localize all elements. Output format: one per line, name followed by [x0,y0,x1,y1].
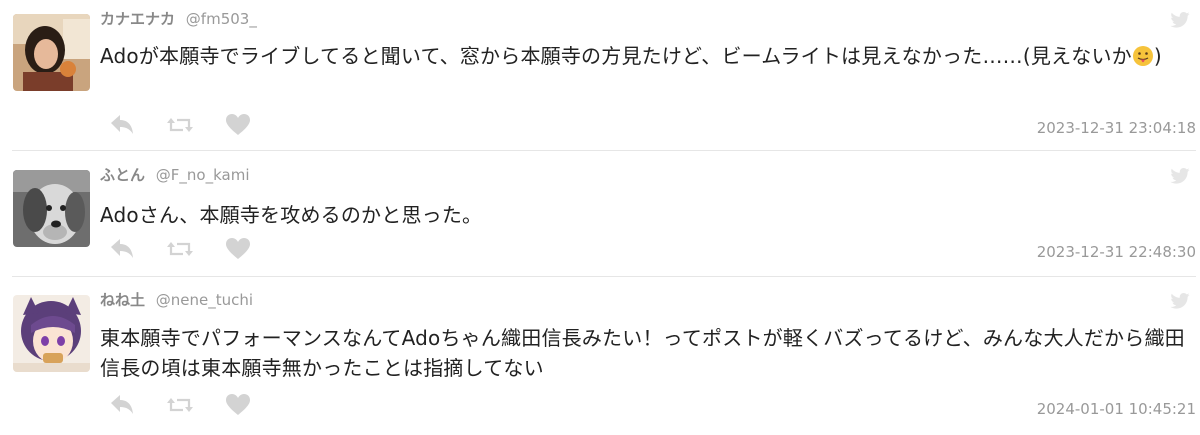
twitter-bird-icon[interactable] [1170,293,1190,309]
tweet-text-end: ) [1153,44,1162,68]
author-name[interactable]: カナエナカ [100,10,175,28]
retweet-icon [167,242,193,256]
tweet-text: 東本願寺でパフォーマンスなんてAdoちゃん織田信長みたい！ってポストが軽くバズっ… [100,326,1185,380]
author-handle[interactable]: @F_no_kami [156,166,250,184]
tweet-item: ねね土 @nene_tuchi 東本願寺でパフォーマンスなんてAdoちゃん織田信… [0,277,1200,435]
tweet-text: Adoさん、本願寺を攻めるのかと思った。 [100,203,483,227]
retweet-icon [167,118,193,132]
like-icon [226,238,250,259]
tweet-timestamp[interactable]: 2023-12-31 23:04:18 [1037,117,1196,139]
twitter-bird-icon[interactable] [1170,12,1190,28]
author-name[interactable]: ねね土 [100,291,145,309]
twitter-bird-icon[interactable] [1170,168,1190,184]
retweet-button[interactable] [166,392,194,418]
tweet-feed: カナエナカ @fm503_ Adoが本願寺でライブしてると聞いて、窓から本願寺の… [0,0,1200,435]
tweet-item: カナエナカ @fm503_ Adoが本願寺でライブしてると聞いて、窓から本願寺の… [0,0,1200,150]
tweet-item: ふとん @F_no_kami Adoさん、本願寺を攻めるのかと思った。 2023… [0,152,1200,276]
author-name[interactable]: ふとん [100,166,145,184]
tweet-text: Adoが本願寺でライブしてると聞いて、窓から本願寺の方見たけど、ビームライトは見… [100,41,1185,71]
retweet-icon [167,398,193,412]
retweet-button[interactable] [166,236,194,262]
reply-button[interactable] [108,236,136,262]
reply-icon [111,239,133,258]
avatar[interactable] [13,14,90,91]
tweet-meta: ねね土 @nene_tuchi [100,289,253,311]
reply-icon [111,115,133,134]
like-button[interactable] [224,112,252,138]
tweet-meta: ふとん @F_no_kami [100,164,250,186]
reply-icon [111,395,133,414]
tweet-timestamp[interactable]: 2024-01-01 10:45:21 [1037,398,1196,420]
divider [12,150,1196,151]
like-icon [226,394,250,415]
face-with-tongue-icon [1132,46,1153,66]
avatar[interactable] [13,170,90,247]
tweet-meta: カナエナカ @fm503_ [100,8,257,30]
tweet-timestamp[interactable]: 2023-12-31 22:48:30 [1037,241,1196,263]
reply-button[interactable] [108,392,136,418]
reply-button[interactable] [108,112,136,138]
retweet-button[interactable] [166,112,194,138]
author-handle[interactable]: @fm503_ [186,10,257,28]
like-button[interactable] [224,236,252,262]
author-handle[interactable]: @nene_tuchi [156,291,253,309]
tweet-text-main: Adoが本願寺でライブしてると聞いて、窓から本願寺の方見たけど、ビームライトは見… [100,44,1132,68]
like-icon [226,114,250,135]
avatar[interactable] [13,295,90,372]
like-button[interactable] [224,392,252,418]
